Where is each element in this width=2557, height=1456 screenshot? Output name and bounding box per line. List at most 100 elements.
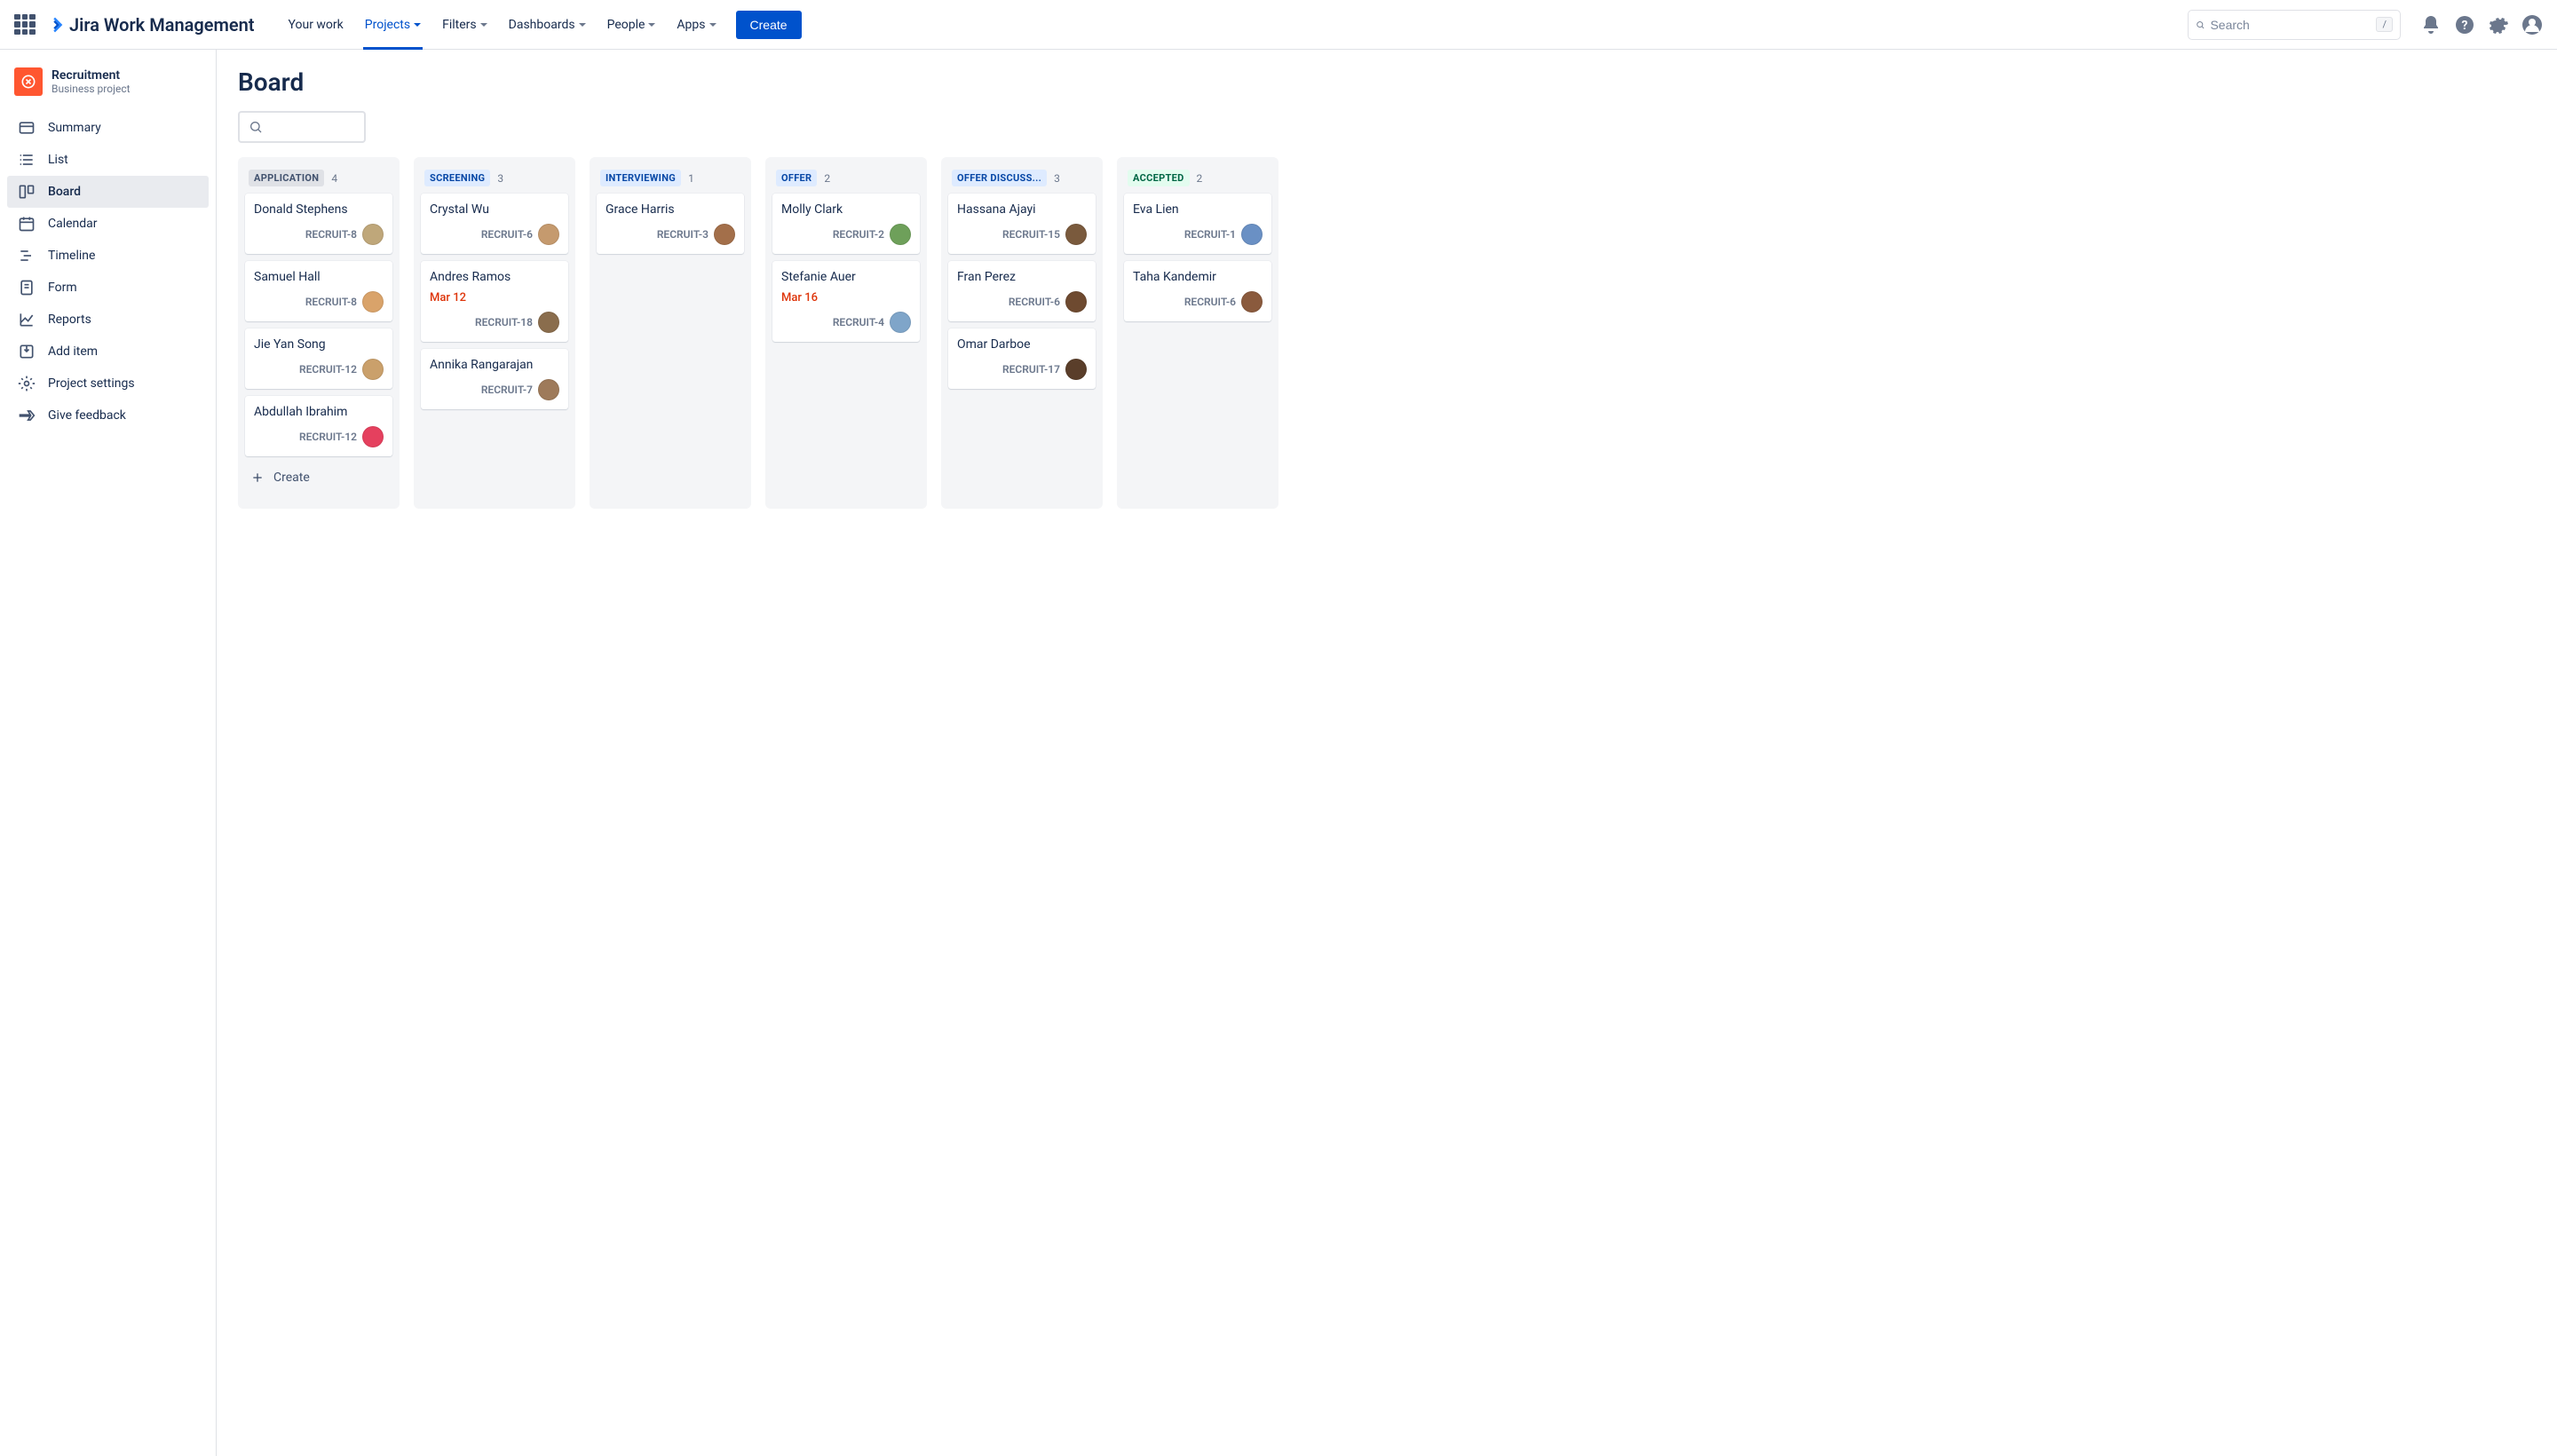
search-input[interactable]	[2210, 18, 2371, 32]
brand[interactable]: Jira Work Management	[46, 14, 255, 36]
card[interactable]: Donald StephensRECRUIT-8	[245, 194, 392, 254]
sidebar-item-timeline[interactable]: Timeline	[7, 240, 209, 272]
card-title: Crystal Wu	[430, 202, 559, 217]
avatar	[362, 291, 384, 313]
card[interactable]: Grace HarrisRECRUIT-3	[597, 194, 744, 254]
card[interactable]: Jie Yan SongRECRUIT-12	[245, 328, 392, 389]
sidebar-item-label: Summary	[48, 121, 101, 135]
card-title: Annika Rangarajan	[430, 358, 559, 372]
column-count: 3	[1054, 172, 1060, 185]
card[interactable]: Samuel HallRECRUIT-8	[245, 261, 392, 321]
column-header[interactable]: INTERVIEWING1	[597, 164, 744, 186]
form-icon	[18, 279, 36, 297]
create-card-button[interactable]: Create	[245, 463, 392, 492]
nav-apps[interactable]: Apps	[668, 0, 724, 50]
column-name: OFFER	[776, 170, 817, 186]
card[interactable]: Fran PerezRECRUIT-6	[948, 261, 1096, 321]
app-switcher-icon[interactable]	[14, 14, 36, 36]
card-title: Molly Clark	[781, 202, 911, 217]
avatar	[362, 359, 384, 380]
main-content: Board APPLICATION4Donald StephensRECRUIT…	[217, 50, 2557, 1456]
nav-filters[interactable]: Filters	[433, 0, 496, 50]
card[interactable]: Taha KandemirRECRUIT-6	[1124, 261, 1271, 321]
sidebar-item-add-item[interactable]: Add item	[7, 336, 209, 368]
card-title: Andres Ramos	[430, 270, 559, 284]
card[interactable]: Andres RamosMar 12RECRUIT-18	[421, 261, 568, 342]
card[interactable]: Stefanie AuerMar 16RECRUIT-4	[772, 261, 920, 342]
card-key: RECRUIT-15	[1002, 228, 1060, 241]
column-header[interactable]: OFFER DISCUSS... 3	[948, 164, 1096, 186]
card-title: Samuel Hall	[254, 270, 384, 284]
avatar	[1241, 291, 1263, 313]
sidebar-item-form[interactable]: Form	[7, 272, 209, 304]
avatar	[1065, 359, 1087, 380]
card-title: Taha Kandemir	[1133, 270, 1263, 284]
chevron-down-icon	[709, 23, 716, 27]
sidebar-item-project-settings[interactable]: Project settings	[7, 368, 209, 400]
avatar	[538, 312, 559, 333]
card[interactable]: Molly ClarkRECRUIT-2	[772, 194, 920, 254]
sidebar-item-list[interactable]: List	[7, 144, 209, 176]
search-input-wrap[interactable]: /	[2188, 10, 2401, 40]
chevron-down-icon	[579, 23, 586, 27]
column-header[interactable]: APPLICATION4	[245, 164, 392, 186]
card-key: RECRUIT-18	[475, 316, 533, 328]
sidebar-item-label: Add item	[48, 344, 98, 359]
project-header[interactable]: Recruitment Business project	[7, 64, 209, 112]
topnav-icons: ?	[2420, 14, 2543, 36]
search-kbd: /	[2376, 17, 2393, 32]
card[interactable]: Abdullah IbrahimRECRUIT-12	[245, 396, 392, 456]
avatar	[1241, 224, 1263, 245]
help-icon[interactable]: ?	[2454, 14, 2475, 36]
project-icon	[14, 67, 43, 96]
bell-icon[interactable]	[2420, 14, 2442, 36]
column-name: APPLICATION	[249, 170, 324, 186]
column-name: OFFER DISCUSS...	[952, 170, 1047, 186]
sidebar-item-summary[interactable]: Summary	[7, 112, 209, 144]
card-key: RECRUIT-6	[1009, 296, 1060, 308]
card-key: RECRUIT-17	[1002, 363, 1060, 376]
card[interactable]: Crystal WuRECRUIT-6	[421, 194, 568, 254]
project-settings-icon	[18, 375, 36, 392]
sidebar-item-label: List	[48, 153, 68, 167]
search-icon	[2196, 18, 2205, 32]
gear-icon[interactable]	[2488, 14, 2509, 36]
card[interactable]: Eva LienRECRUIT-1	[1124, 194, 1271, 254]
profile-icon[interactable]	[2521, 14, 2543, 36]
sidebar-item-calendar[interactable]: Calendar	[7, 208, 209, 240]
timeline-icon	[18, 247, 36, 265]
create-card-label: Create	[273, 471, 310, 485]
board-search[interactable]	[238, 111, 366, 143]
top-nav: Jira Work Management Your work Projects …	[0, 0, 2557, 50]
chevron-down-icon	[480, 23, 487, 27]
avatar	[714, 224, 735, 245]
add-item-icon	[18, 343, 36, 360]
project-type: Business project	[51, 83, 131, 95]
nav-people[interactable]: People	[598, 0, 665, 50]
sidebar-item-reports[interactable]: Reports	[7, 304, 209, 336]
card-key: RECRUIT-1	[1184, 228, 1236, 241]
card[interactable]: Omar DarboeRECRUIT-17	[948, 328, 1096, 389]
sidebar: Recruitment Business project Summary List…	[0, 50, 217, 1456]
create-button[interactable]: Create	[736, 11, 802, 39]
column-name: ACCEPTED	[1128, 170, 1190, 186]
card-title: Hassana Ajayi	[957, 202, 1087, 217]
board: APPLICATION4 Donald StephensRECRUIT-8 Samu…	[238, 157, 2536, 509]
chevron-down-icon	[414, 23, 421, 27]
card[interactable]: Annika Rangarajan RECRUIT-7	[421, 349, 568, 409]
board-icon	[18, 183, 36, 201]
nav-projects[interactable]: Projects	[356, 0, 430, 50]
nav-your-work[interactable]: Your work	[280, 0, 352, 50]
sidebar-item-give-feedback[interactable]: Give feedback	[7, 400, 209, 431]
avatar	[362, 426, 384, 447]
card-key: RECRUIT-7	[481, 384, 533, 396]
column-header[interactable]: ACCEPTED2	[1124, 164, 1271, 186]
nav-dashboards[interactable]: Dashboards	[500, 0, 595, 50]
column-header[interactable]: SCREENING3	[421, 164, 568, 186]
column-count: 2	[824, 172, 830, 185]
column-header[interactable]: OFFER 2	[772, 164, 920, 186]
jira-logo-icon	[46, 16, 64, 34]
card[interactable]: Hassana Ajayi RECRUIT-15	[948, 194, 1096, 254]
sidebar-item-board[interactable]: Board	[7, 176, 209, 208]
calendar-icon	[18, 215, 36, 233]
